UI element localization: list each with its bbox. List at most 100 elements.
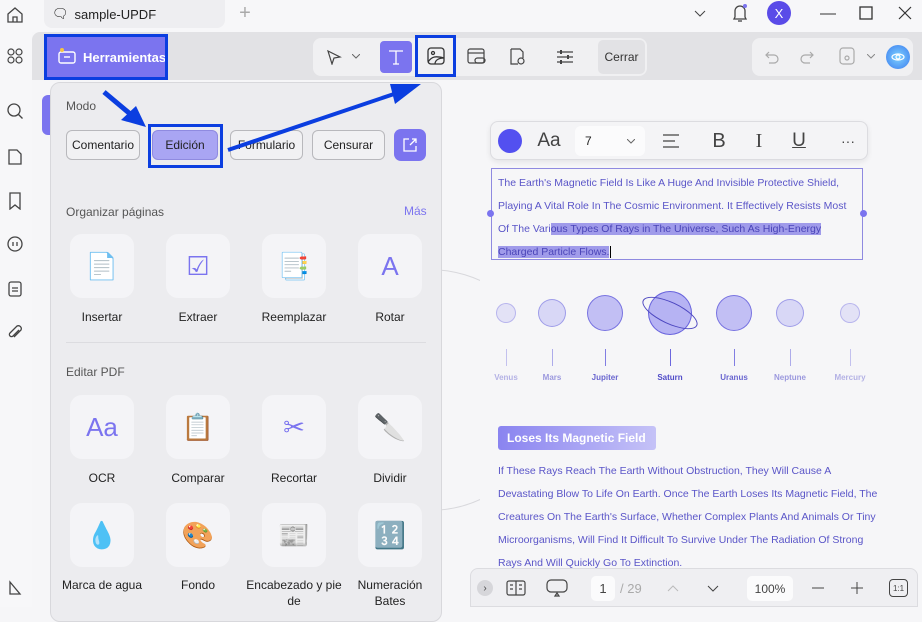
- cursor-icon[interactable]: [323, 46, 345, 68]
- mode-formulario[interactable]: Formulario: [230, 130, 303, 160]
- planet-tick: [734, 349, 735, 366]
- new-tab-button[interactable]: +: [234, 2, 256, 24]
- mode-censurar[interactable]: Censurar: [312, 130, 385, 160]
- presentation-icon[interactable]: [546, 578, 568, 598]
- save-icon[interactable]: [836, 45, 858, 67]
- tool-rotar[interactable]: A: [358, 234, 422, 298]
- zoom-in-icon[interactable]: [849, 580, 865, 596]
- planet-label: Neptune: [774, 373, 806, 382]
- planet-neptune: [776, 299, 804, 327]
- tool-ocr[interactable]: Aa: [70, 395, 134, 459]
- tool-marca-de-agua[interactable]: 💧: [70, 503, 134, 567]
- mode-comentario[interactable]: Comentario: [66, 130, 140, 160]
- tool-extraer[interactable]: ☑: [166, 234, 230, 298]
- body-paragraph: If These Rays Reach The Earth Without Ob…: [498, 465, 878, 569]
- undo-icon[interactable]: [761, 46, 783, 68]
- tool-icon: 📰: [277, 519, 311, 550]
- planet-label: Mars: [542, 373, 562, 382]
- open-external-button[interactable]: [394, 129, 426, 161]
- avatar[interactable]: X: [767, 1, 791, 25]
- tool-recortar[interactable]: ✂: [262, 395, 326, 459]
- planet-tick: [670, 349, 671, 366]
- link-icon[interactable]: [466, 46, 488, 68]
- planet-mars: [538, 299, 566, 327]
- paperclip-icon[interactable]: [4, 322, 26, 344]
- italic-button[interactable]: I: [748, 130, 770, 152]
- previous-page-icon[interactable]: [665, 580, 681, 596]
- bell-icon[interactable]: [729, 2, 751, 24]
- highlight-box: [148, 124, 223, 168]
- grid-icon[interactable]: [4, 45, 26, 67]
- edit-title: Editar PDF: [66, 365, 125, 379]
- bookmark-icon[interactable]: [4, 190, 26, 212]
- location-icon[interactable]: [506, 46, 528, 68]
- actual-size-button[interactable]: 1:1: [889, 579, 908, 597]
- close-icon[interactable]: [895, 3, 915, 23]
- font-size-select[interactable]: 7: [575, 126, 645, 156]
- chevron-down-icon[interactable]: [690, 4, 710, 24]
- minimize-icon[interactable]: [818, 4, 838, 24]
- underline-button[interactable]: U: [788, 130, 810, 152]
- ai-assistant-icon[interactable]: [886, 45, 910, 69]
- tool-icon: 🔪: [373, 411, 407, 442]
- chevron-down-icon[interactable]: [350, 50, 362, 62]
- organize-title: Organizar páginas: [66, 205, 165, 219]
- close-edit-button[interactable]: Cerrar: [598, 40, 645, 74]
- tool-icon: 💧: [85, 519, 119, 550]
- tools-button[interactable]: Herramientas: [44, 34, 168, 80]
- tool-numeración-bates[interactable]: 🔢: [358, 503, 422, 567]
- tool-label: OCR: [88, 471, 116, 485]
- bold-button[interactable]: B: [708, 130, 730, 152]
- document-tab[interactable]: 🗨 sample-UPDF: [44, 0, 225, 28]
- comments-icon[interactable]: [4, 233, 26, 255]
- chevron-down-icon: [627, 139, 635, 144]
- tool-label: Extraer: [178, 310, 218, 324]
- tool-dividir[interactable]: 🔪: [358, 395, 422, 459]
- home-icon[interactable]: [4, 4, 26, 26]
- tool-insertar[interactable]: 📄: [70, 234, 134, 298]
- planet-label: Jupiter: [591, 373, 619, 382]
- two-page-view-icon[interactable]: [506, 578, 526, 598]
- planet-venus: [496, 303, 516, 323]
- sliders-icon[interactable]: [554, 46, 576, 68]
- page-icon[interactable]: [4, 146, 26, 168]
- tool-label: Comparar: [171, 471, 225, 485]
- planet-tick: [790, 349, 791, 366]
- zoom-level[interactable]: 100%: [747, 576, 793, 601]
- more-link[interactable]: Más: [404, 204, 427, 218]
- tool-label: Recortar: [270, 471, 317, 485]
- font-family-button[interactable]: Aa: [535, 129, 563, 153]
- next-page-icon[interactable]: [705, 580, 721, 596]
- tool-encabezado-y-pie-de[interactable]: 📰: [262, 503, 326, 567]
- chevron-down-icon[interactable]: [865, 50, 877, 62]
- planet-label: Uranus: [720, 373, 748, 382]
- redo-icon[interactable]: [796, 46, 818, 68]
- tool-reemplazar[interactable]: 📑: [262, 234, 326, 298]
- planet-tick: [552, 349, 553, 366]
- search-icon[interactable]: [4, 100, 26, 122]
- tool-icon: 🔢: [373, 519, 407, 550]
- zoom-out-icon[interactable]: [810, 580, 826, 596]
- tool-fondo[interactable]: 🎨: [166, 503, 230, 567]
- tool-label: Marca de agua: [61, 578, 143, 592]
- editing-text-box[interactable]: The Earth's Magnetic Field Is Like A Hug…: [491, 168, 863, 260]
- tool-label: Dividir: [373, 471, 407, 485]
- image-edit-button[interactable]: [415, 35, 456, 77]
- planet-label: Mercury: [834, 373, 866, 382]
- more-options-button[interactable]: ···: [837, 130, 859, 152]
- planet-tick: [506, 349, 507, 366]
- tool-icon: ☑: [186, 250, 210, 281]
- text-cursor: [610, 246, 612, 258]
- tool-comparar[interactable]: 📋: [166, 395, 230, 459]
- text-edit-button[interactable]: [380, 41, 412, 73]
- page-number-input[interactable]: 1: [591, 576, 615, 601]
- expand-chevron-icon[interactable]: ›: [477, 580, 493, 596]
- maximize-icon[interactable]: [856, 3, 876, 23]
- resize-handle-right[interactable]: [860, 210, 867, 217]
- tool-icon: 📄: [85, 250, 119, 281]
- text-color-picker[interactable]: [498, 129, 522, 153]
- resize-handle-left[interactable]: [487, 210, 494, 217]
- forms-icon[interactable]: [4, 278, 26, 300]
- layers-icon[interactable]: [4, 576, 26, 598]
- align-icon[interactable]: [660, 130, 682, 152]
